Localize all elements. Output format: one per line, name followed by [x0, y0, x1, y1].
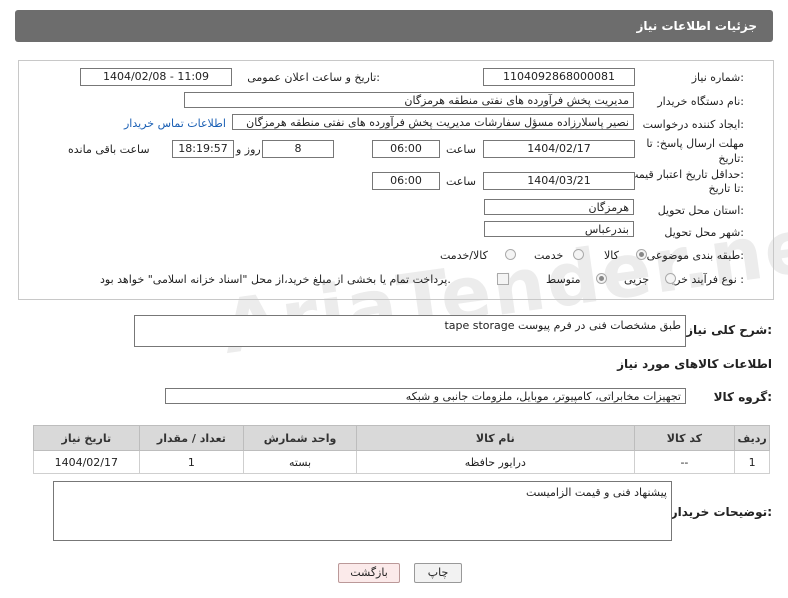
category-radio-service[interactable] — [573, 249, 584, 260]
back-button[interactable]: بازگشت — [338, 563, 400, 583]
days-label: روز و — [236, 143, 261, 156]
treasury-payment-checkbox[interactable] — [497, 273, 509, 285]
deadline-time-field: 06:00 — [372, 140, 440, 158]
requester-field: نصیر پاسلارزاده مسؤل سفارشات مدیریت پخش … — [232, 114, 634, 130]
buyer-notes-field: پیشنهاد فنی و قیمت الزامیست — [53, 481, 672, 541]
announce-label: تاریخ و ساعت اعلان عمومی: — [247, 71, 380, 84]
summary-label: شرح کلی نیاز: — [686, 323, 772, 337]
remaining-label: ساعت باقی مانده — [68, 143, 150, 156]
cell-code: -- — [633, 450, 736, 474]
page-title: جزئیات اطلاعات نیاز — [636, 19, 757, 33]
goods-group-field: تجهیزات مخابراتی، کامپیوتر، موبایل، ملزو… — [165, 388, 686, 404]
validity-date-field: 1404/03/21 — [483, 172, 635, 190]
col-row-header: ردیف — [734, 425, 770, 451]
need-number-label: شماره نیاز: — [691, 71, 744, 84]
need-number-field: 1104092868000081 — [483, 68, 635, 86]
col-unit-header: واحد شمارش — [243, 425, 357, 451]
city-field: بندرعباس — [484, 221, 634, 237]
province-field: هرمزگان — [484, 199, 634, 215]
category-label: طبقه بندی موضوعی: — [646, 249, 744, 262]
category-option-service: خدمت — [534, 249, 564, 262]
table-row: 1 -- درایور حافظه بسته 1 1404/02/17 — [33, 450, 770, 474]
remaining-time-field: 18:19:57 — [172, 140, 234, 158]
buyer-org-field: مدیریت پخش فرآورده های نفتی منطقه هرمزگا… — [184, 92, 634, 108]
header-bar: جزئیات اطلاعات نیاز — [15, 10, 773, 42]
deadline-time-label: ساعت — [446, 143, 476, 156]
requester-label: ایجاد کننده درخواست: — [642, 118, 744, 131]
deadline-date-field: 1404/02/17 — [483, 140, 635, 158]
category-radio-goods[interactable] — [636, 249, 647, 260]
contact-buyer-link[interactable]: اطلاعات تماس خریدار — [124, 117, 226, 130]
goods-group-label: گروه کالا: — [713, 390, 772, 404]
cell-unit: بسته — [243, 450, 357, 474]
buyer-notes-label: توضیحات خریدار: — [670, 505, 772, 519]
process-radio-minor[interactable] — [665, 273, 676, 284]
col-code-header: کد کالا — [633, 425, 736, 451]
col-name-header: نام کالا — [355, 425, 635, 451]
validity-label-1: حداقل تاریخ اعتبار قیمت: — [628, 168, 744, 181]
deadline-label-1: مهلت ارسال پاسخ: تا — [646, 137, 744, 150]
validity-time-field: 06:00 — [372, 172, 440, 190]
cell-date: 1404/02/17 — [33, 450, 140, 474]
goods-table: ردیف کد کالا نام کالا واحد شمارش تعداد /… — [33, 425, 770, 474]
summary-field: tape storage طبق مشخصات فنی در فرم پیوست — [134, 315, 686, 347]
category-option-goods: کالا — [604, 249, 619, 262]
print-button[interactable]: چاپ — [414, 563, 462, 583]
col-date-header: تاریخ نیاز — [33, 425, 140, 451]
goods-info-title: اطلاعات کالاهای مورد نیاز — [617, 357, 772, 371]
cell-qty: 1 — [138, 450, 245, 474]
summary-text: tape storage طبق مشخصات فنی در فرم پیوست — [444, 319, 681, 332]
cell-row: 1 — [734, 450, 770, 474]
process-label: نوع فرآیند خرید : — [666, 273, 744, 286]
deadline-label-2: تاریخ: — [718, 152, 744, 165]
cell-name: درایور حافظه — [355, 450, 635, 474]
col-qty-header: تعداد / مقدار — [138, 425, 245, 451]
category-option-both: کالا/خدمت — [440, 249, 488, 262]
validity-time-label: ساعت — [446, 175, 476, 188]
days-field: 8 — [262, 140, 334, 158]
category-radio-both[interactable] — [505, 249, 516, 260]
process-option-minor: جزیی — [624, 273, 650, 286]
table-header-row: ردیف کد کالا نام کالا واحد شمارش تعداد /… — [33, 425, 770, 451]
validity-label-2: تا تاریخ: — [708, 182, 744, 195]
process-option-medium: متوسط — [546, 273, 581, 286]
process-radio-medium[interactable] — [596, 273, 607, 284]
announce-field: 1404/02/08 - 11:09 — [80, 68, 232, 86]
payment-note: پرداخت تمام یا بخشی از مبلغ خرید،از محل … — [100, 273, 451, 286]
buyer-notes-text: پیشنهاد فنی و قیمت الزامیست — [526, 486, 667, 499]
province-label: استان محل تحویل: — [657, 204, 744, 217]
city-label: شهر محل تحویل: — [664, 226, 744, 239]
buyer-org-label: نام دستگاه خریدار: — [657, 95, 744, 108]
